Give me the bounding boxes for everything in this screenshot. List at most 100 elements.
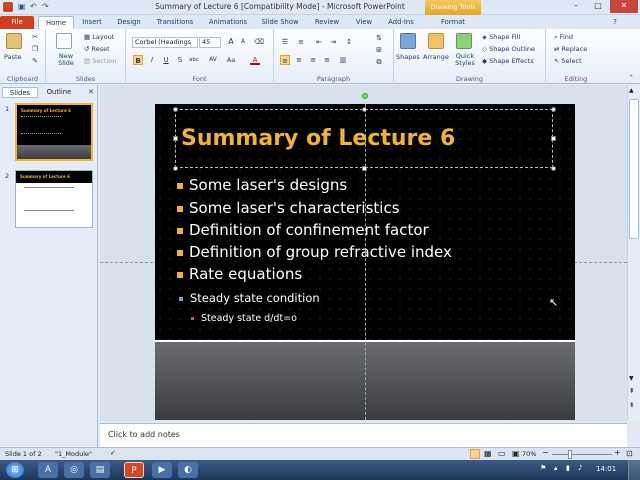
- bullet-item[interactable]: Rate equations: [177, 265, 302, 283]
- taskbar-app-icon[interactable]: A: [38, 462, 58, 478]
- new-slide-button[interactable]: New Slide: [52, 53, 80, 67]
- close-pane-icon[interactable]: ✕: [86, 87, 96, 97]
- resize-handle[interactable]: [173, 136, 178, 141]
- reset-button[interactable]: ↺ Reset: [84, 45, 110, 53]
- increase-indent-icon[interactable]: ⇥: [328, 37, 338, 47]
- shapes-icon[interactable]: [400, 33, 416, 49]
- scroll-thumb[interactable]: [629, 99, 639, 239]
- select-button[interactable]: ↖ Select: [554, 57, 582, 65]
- taskbar-folder-icon[interactable]: ▤: [90, 462, 110, 478]
- slide-show-icon[interactable]: ▣: [512, 449, 520, 458]
- tab-slides[interactable]: Slides: [2, 87, 38, 98]
- quick-styles-button[interactable]: Quick Styles: [450, 53, 480, 67]
- tab-design[interactable]: Design: [114, 16, 144, 29]
- tab-file[interactable]: File: [0, 16, 34, 29]
- replace-button[interactable]: ⇄ Replace: [554, 45, 587, 53]
- taskbar-app-icon[interactable]: ◐: [178, 462, 198, 478]
- spellcheck-icon[interactable]: ✓: [110, 449, 116, 457]
- bold-button[interactable]: B: [133, 55, 143, 65]
- resize-handle[interactable]: [362, 107, 367, 112]
- grow-font-button[interactable]: A: [226, 37, 236, 47]
- minimize-button[interactable]: –: [566, 0, 586, 13]
- format-painter-icon[interactable]: ✎: [30, 56, 40, 66]
- decrease-indent-icon[interactable]: ⇤: [314, 37, 324, 47]
- sub-bullet-item[interactable]: Steady state condition: [179, 291, 320, 305]
- notes-pane[interactable]: Click to add notes: [100, 423, 627, 447]
- justify-icon[interactable]: ≡: [322, 55, 332, 65]
- tab-transitions[interactable]: Transitions: [152, 16, 198, 29]
- slide[interactable]: Summary of Lecture 6 Some laser's design…: [155, 104, 575, 420]
- reading-view-icon[interactable]: ▭: [498, 449, 506, 458]
- character-spacing-button[interactable]: AV: [206, 55, 220, 65]
- tab-insert[interactable]: Insert: [78, 16, 106, 29]
- show-desktop-button[interactable]: [628, 460, 640, 480]
- change-case-button[interactable]: Aa: [224, 55, 238, 65]
- align-text-icon[interactable]: ⊞: [374, 45, 384, 55]
- shape-fill-button[interactable]: ◈ Shape Fill: [482, 33, 520, 41]
- clock[interactable]: 14:01: [596, 465, 616, 473]
- text-direction-icon[interactable]: ⇅: [374, 33, 384, 43]
- zoom-out-icon[interactable]: −: [542, 448, 549, 457]
- section-button[interactable]: ▤ Section: [84, 57, 116, 65]
- align-left-icon[interactable]: ≡: [280, 55, 290, 65]
- cut-icon[interactable]: ✂: [30, 32, 40, 42]
- underline-button[interactable]: U: [161, 55, 171, 65]
- taskbar-media-icon[interactable]: ▶: [152, 462, 172, 478]
- bullet-item[interactable]: Some laser's designs: [177, 176, 347, 194]
- start-button-icon[interactable]: ⊞: [6, 462, 24, 478]
- bullet-item[interactable]: Definition of confinement factor: [177, 221, 429, 239]
- sub-sub-bullet-item[interactable]: Steady state d/dt=o: [191, 313, 297, 324]
- slide-sorter-icon[interactable]: ▦: [484, 449, 492, 458]
- tab-slide-show[interactable]: Slide Show: [259, 16, 301, 29]
- taskbar-powerpoint-icon[interactable]: P: [124, 462, 144, 478]
- taskbar-app-icon[interactable]: ◎: [64, 462, 84, 478]
- zoom-slider[interactable]: [552, 454, 612, 455]
- shadow-button[interactable]: abc: [187, 55, 201, 65]
- align-right-icon[interactable]: ≡: [308, 55, 318, 65]
- arrange-icon[interactable]: [428, 33, 444, 49]
- bullet-item[interactable]: Definition of group refractive index: [177, 243, 452, 261]
- paste-button[interactable]: Paste: [4, 53, 22, 61]
- zoom-level[interactable]: 70%: [522, 450, 536, 458]
- resize-handle[interactable]: [551, 166, 556, 171]
- maximize-button[interactable]: □: [588, 0, 608, 13]
- tab-review[interactable]: Review: [311, 16, 343, 29]
- shapes-button[interactable]: Shapes: [396, 53, 420, 61]
- arrange-button[interactable]: Arrange: [423, 53, 449, 61]
- help-icon[interactable]: ?: [610, 17, 620, 27]
- tab-home[interactable]: Home: [38, 16, 74, 29]
- zoom-slider-thumb[interactable]: [568, 450, 572, 459]
- shape-outline-button[interactable]: ◇ Shape Outline: [482, 45, 535, 53]
- find-button[interactable]: ⌕ Find: [554, 33, 573, 42]
- bullet-item[interactable]: Some laser's characteristics: [177, 199, 400, 217]
- tray-flag-icon[interactable]: ⚑: [540, 464, 546, 472]
- previous-slide-icon[interactable]: ⇞: [629, 387, 635, 395]
- shrink-font-button[interactable]: A: [238, 37, 248, 47]
- shape-effects-button[interactable]: ◆ Shape Effects: [482, 57, 534, 65]
- new-slide-icon[interactable]: [56, 33, 72, 49]
- normal-view-icon[interactable]: [470, 449, 480, 459]
- align-center-icon[interactable]: ≡: [294, 55, 304, 65]
- paste-icon[interactable]: [6, 33, 22, 49]
- line-spacing-icon[interactable]: ↕: [344, 37, 354, 47]
- numbering-icon[interactable]: ≡: [296, 37, 306, 47]
- font-family-combo[interactable]: Corbel (Headings: [132, 37, 198, 48]
- slide-thumbnail-2[interactable]: Summary of Lecture 6: [15, 170, 93, 228]
- resize-handle[interactable]: [362, 166, 367, 171]
- tray-expand-icon[interactable]: ▴: [554, 464, 558, 472]
- copy-icon[interactable]: ❐: [30, 44, 40, 54]
- next-slide-icon[interactable]: ⇟: [629, 401, 635, 409]
- quick-styles-icon[interactable]: [456, 33, 472, 49]
- clear-formatting-icon[interactable]: ⌫: [254, 37, 264, 47]
- resize-handle[interactable]: [173, 107, 178, 112]
- scroll-up-icon[interactable]: ▲: [629, 87, 634, 94]
- bullets-icon[interactable]: ☰: [280, 37, 290, 47]
- tab-view[interactable]: View: [351, 16, 377, 29]
- slide-thumbnail-1[interactable]: Summary of Lecture 6: [15, 103, 93, 161]
- resize-handle[interactable]: [173, 166, 178, 171]
- smartart-icon[interactable]: ⧉: [374, 57, 384, 67]
- tab-add-ins[interactable]: Add-Ins: [385, 16, 417, 29]
- font-size-combo[interactable]: 45: [199, 37, 221, 48]
- fit-to-window-icon[interactable]: ⊡: [626, 449, 633, 458]
- font-color-icon[interactable]: A: [250, 55, 260, 65]
